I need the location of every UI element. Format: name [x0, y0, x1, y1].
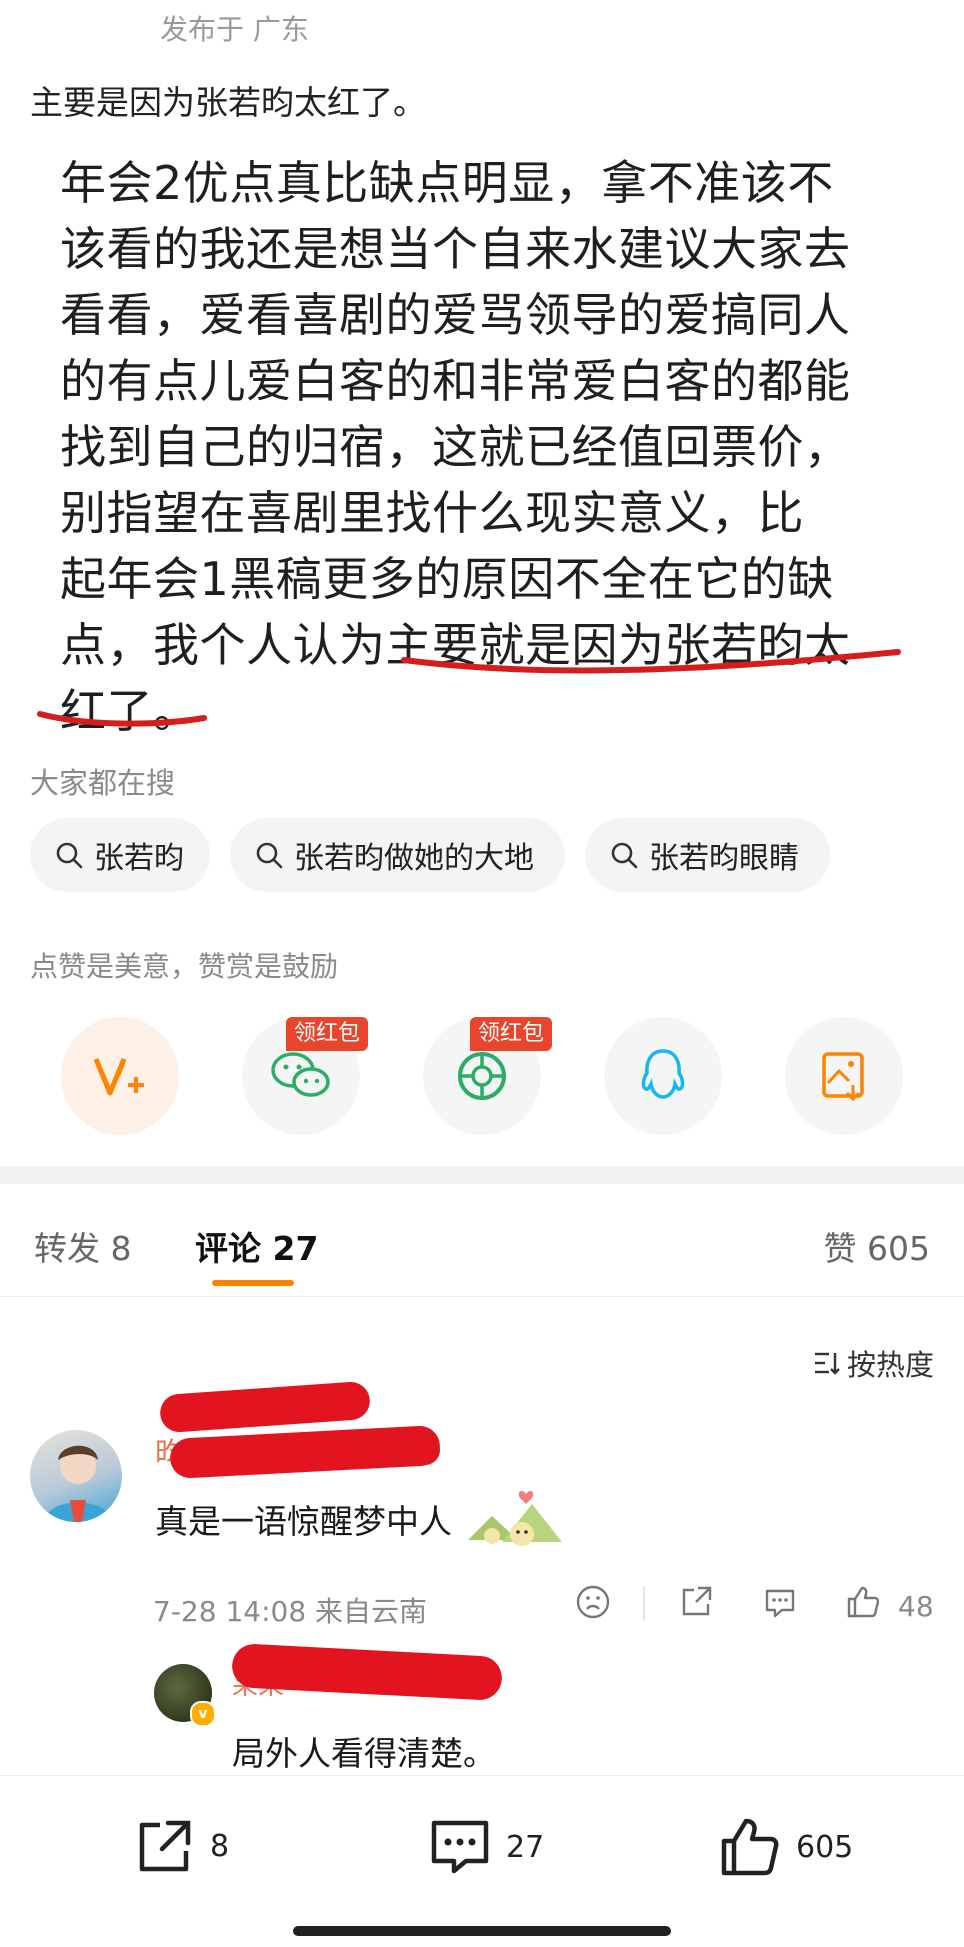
post-location: 发布于 广东 — [160, 13, 309, 46]
comment-reply-button[interactable] — [762, 1584, 798, 1620]
tab-comments[interactable]: 评论 27 — [195, 1222, 318, 1270]
bottom-repost-button[interactable]: 8 — [134, 1815, 229, 1877]
search-chip[interactable]: 张若昀做她的大地 — [230, 818, 565, 892]
qq-icon — [641, 1049, 685, 1099]
save-image-button[interactable] — [785, 1017, 903, 1135]
thumbs-up-icon — [721, 1818, 779, 1876]
share-qq-button[interactable] — [604, 1017, 722, 1135]
sort-icon — [814, 1352, 840, 1375]
search-icon — [611, 842, 638, 869]
zongzi-sticker — [462, 1480, 574, 1560]
handwritten-underline — [37, 649, 901, 727]
home-indicator[interactable] — [293, 1926, 671, 1936]
bottom-comment-button[interactable]: 27 — [428, 1815, 544, 1879]
share-icon — [682, 1586, 712, 1616]
search-icon — [256, 842, 283, 869]
bottom-repost-count: 8 — [210, 1828, 230, 1864]
tab-likes[interactable]: 赞 605 — [824, 1222, 930, 1270]
comment-text: 真是一语惊醒梦中人 — [155, 1502, 452, 1541]
reward-hint: 点赞是美意，赞赏是鼓励 — [30, 950, 339, 983]
search-chip[interactable]: 张若昀眼睛 — [585, 818, 830, 892]
trending-search-title: 大家都在搜 — [30, 766, 176, 800]
red-packet-badge: 领红包 — [286, 1017, 369, 1051]
v-plus-icon — [93, 1058, 144, 1096]
redaction-mark — [158, 1380, 372, 1434]
avatar[interactable] — [30, 1430, 122, 1522]
bottom-comment-count: 27 — [506, 1829, 545, 1865]
sort-label: 按热度 — [846, 1348, 934, 1382]
red-packet-badge: 领红包 — [470, 1017, 553, 1051]
post-text: 主要是因为张若昀太红了。 — [30, 83, 426, 122]
bottom-like-button[interactable]: 605 — [718, 1815, 853, 1879]
thumbs-up-icon — [847, 1586, 880, 1618]
comment-time-location: 7-28 14:08 来自云南 — [153, 1595, 428, 1628]
tab-divider — [0, 1296, 964, 1297]
tab-repost[interactable]: 转发 8 — [34, 1222, 132, 1270]
verified-badge-icon: v — [190, 1701, 216, 1727]
dislike-button[interactable] — [575, 1584, 611, 1620]
comment-like-button[interactable] — [845, 1584, 881, 1620]
action-divider — [643, 1586, 645, 1620]
bottom-like-count: 605 — [796, 1829, 854, 1865]
reward-button[interactable] — [61, 1017, 179, 1135]
search-chip-label: 张若昀做她的大地 — [294, 841, 534, 876]
reply-text: 局外人看得清楚。 — [232, 1734, 496, 1773]
search-chip[interactable]: 张若昀 — [30, 818, 210, 892]
search-chip-label: 张若昀眼睛 — [649, 841, 799, 876]
post-image[interactable]: 年会2优点真比缺点明显，拿不准该不 该看的我还是想当个自来水建议大家去 看看，爱… — [36, 140, 936, 740]
frown-icon — [576, 1585, 610, 1619]
bottom-bar-divider — [0, 1775, 964, 1776]
comment-share-button[interactable] — [678, 1584, 714, 1620]
search-chip-label: 张若昀 — [94, 841, 184, 876]
comment-like-count: 48 — [898, 1590, 934, 1623]
search-icon — [56, 842, 83, 869]
active-tab-indicator — [212, 1280, 294, 1286]
repost-icon — [139, 1820, 191, 1872]
wechat-icon — [271, 1052, 330, 1097]
moments-icon — [458, 1052, 506, 1100]
comment-icon — [431, 1820, 489, 1874]
save-image-icon — [822, 1052, 864, 1102]
chat-bubble-icon — [765, 1589, 795, 1618]
section-divider — [0, 1166, 964, 1184]
redaction-mark — [330, 1435, 440, 1465]
sort-by-heat-button[interactable]: 按热度 — [813, 1342, 934, 1384]
